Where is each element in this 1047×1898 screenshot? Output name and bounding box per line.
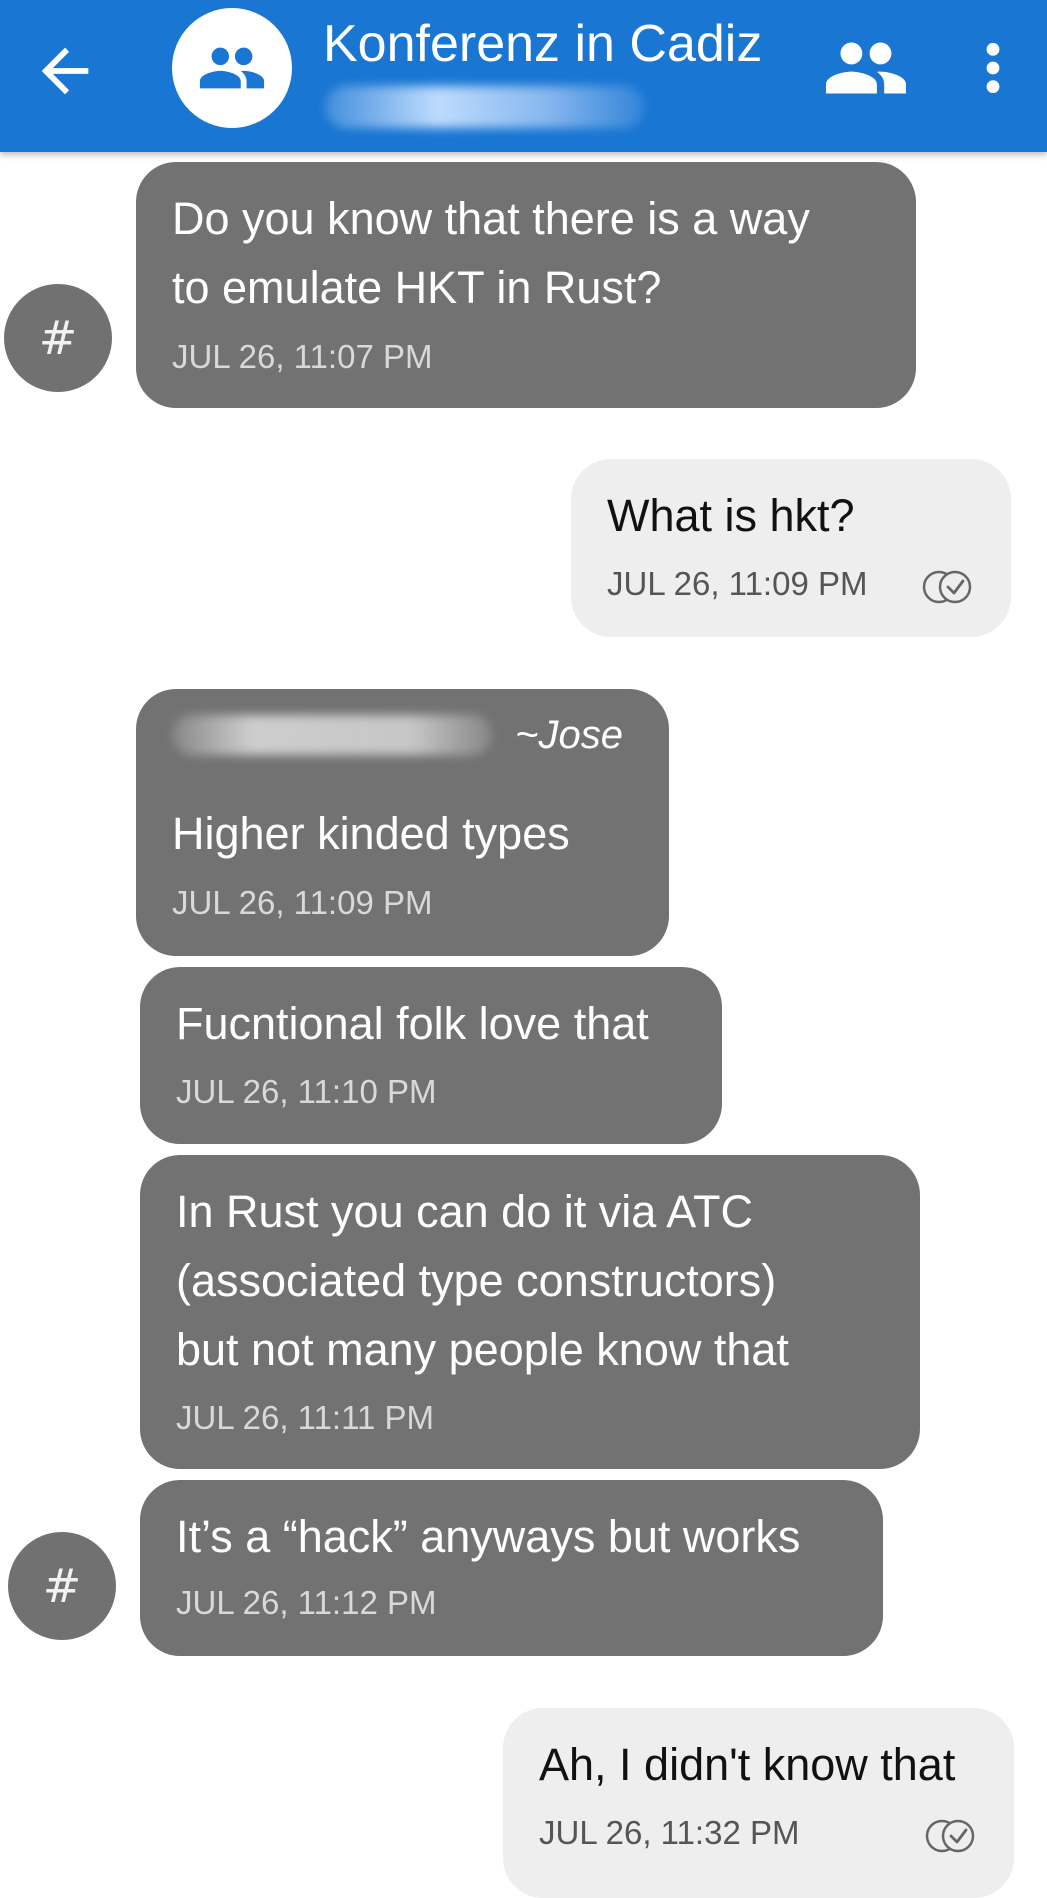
group-avatar[interactable] (172, 8, 292, 128)
message-text: Do you know that there is a way to emula… (172, 193, 810, 313)
message-text: What is hkt? (607, 490, 855, 541)
chat-title[interactable]: Konferenz in Cadiz (323, 14, 762, 74)
chat-subtitle-redacted (325, 86, 645, 128)
more-vert-icon (986, 42, 1000, 94)
message-text: Fucntional folk love that (176, 998, 649, 1049)
message-text: It’s a “hack” anyways but works (176, 1511, 801, 1562)
message-bubble[interactable]: It’s a “hack” anyways but works JUL 26, … (140, 1480, 883, 1656)
message-timestamp: JUL 26, 11:12 PM (176, 1584, 437, 1621)
sender-avatar[interactable]: # (4, 284, 112, 392)
arrow-back-icon (41, 47, 89, 95)
sender-phone-redacted (172, 715, 492, 755)
app-bar: Konferenz in Cadiz (0, 0, 1047, 152)
message-bubble[interactable]: Do you know that there is a way to emula… (136, 162, 916, 408)
sender-name[interactable]: ~Jose (515, 713, 623, 758)
members-button[interactable] (826, 38, 906, 98)
double-check-icon (922, 570, 972, 604)
back-button[interactable] (30, 36, 100, 106)
message-text: Higher kinded types (172, 808, 570, 859)
message-bubble[interactable]: Fucntional folk love that JUL 26, 11:10 … (140, 967, 722, 1144)
more-options-button[interactable] (975, 36, 1011, 100)
message-timestamp: JUL 26, 11:32 PM (539, 1814, 800, 1851)
message-bubble[interactable]: Ah, I didn't know that JUL 26, 11:32 PM (503, 1708, 1014, 1898)
people-icon (826, 42, 906, 94)
message-text: Ah, I didn't know that (539, 1739, 956, 1790)
message-timestamp: JUL 26, 11:09 PM (172, 884, 433, 921)
sender-avatar[interactable]: # (8, 1532, 116, 1640)
message-timestamp: JUL 26, 11:11 PM (176, 1399, 435, 1436)
message-timestamp: JUL 26, 11:09 PM (607, 565, 868, 602)
message-timestamp: JUL 26, 11:10 PM (176, 1073, 437, 1110)
message-text: In Rust you can do it via ATC (associate… (176, 1186, 789, 1375)
group-icon (199, 47, 265, 89)
message-bubble[interactable]: In Rust you can do it via ATC (associate… (140, 1155, 920, 1469)
message-bubble[interactable]: What is hkt? JUL 26, 11:09 PM (571, 459, 1011, 637)
double-check-icon (925, 1819, 975, 1853)
message-timestamp: JUL 26, 11:07 PM (172, 338, 433, 375)
message-bubble[interactable]: ~Jose Higher kinded types JUL 26, 11:09 … (136, 689, 669, 956)
